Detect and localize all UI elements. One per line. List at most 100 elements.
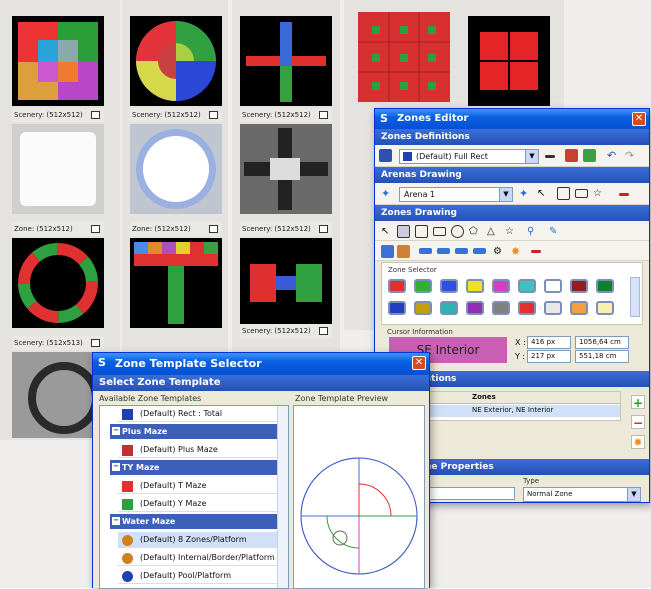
- swatch-scrollbar[interactable]: [630, 277, 640, 317]
- settings-icon[interactable]: ⚙: [493, 245, 506, 258]
- zone-color-swatch[interactable]: [388, 279, 406, 293]
- triangle-icon[interactable]: △: [487, 225, 500, 238]
- template-item[interactable]: (Default) Rect : Total: [118, 406, 278, 422]
- zone-thumbnail[interactable]: [240, 238, 332, 328]
- zone-color-swatch[interactable]: [518, 279, 536, 293]
- template-item[interactable]: (Default) Pool/Platform: [118, 568, 278, 584]
- zone-color-swatch[interactable]: [414, 279, 432, 293]
- zone-thumbnail[interactable]: [240, 16, 332, 106]
- zones-definitions-header[interactable]: Zones Definitions: [375, 129, 649, 145]
- magic-wand-icon[interactable]: ⚲: [527, 225, 540, 238]
- zone-thumbnail[interactable]: [358, 12, 450, 102]
- zone-color-swatch[interactable]: [570, 279, 588, 293]
- zone-name-field[interactable]: [415, 487, 515, 500]
- undo-icon[interactable]: ↶: [607, 149, 620, 162]
- scenery-thumbnail[interactable]: [240, 124, 332, 214]
- scenery-thumbnail[interactable]: [12, 352, 104, 438]
- pointer-icon[interactable]: ↖: [381, 225, 394, 238]
- definition-select[interactable]: (Default) Full Rect ▼: [399, 149, 539, 164]
- template-category[interactable]: − Plus Maze: [110, 424, 278, 439]
- ellipse-icon[interactable]: [451, 225, 464, 238]
- chevron-down-icon[interactable]: ▼: [525, 150, 538, 163]
- align-icon[interactable]: [437, 248, 450, 254]
- zone-thumbnail[interactable]: [12, 238, 104, 328]
- zone-color-swatch[interactable]: [440, 279, 458, 293]
- align-icon[interactable]: [473, 248, 486, 254]
- preview-icon[interactable]: [91, 339, 100, 347]
- close-icon[interactable]: ✕: [412, 356, 426, 370]
- zone-type-select[interactable]: Normal Zone ▼: [523, 487, 641, 502]
- template-selector-titlebar[interactable]: S Zone Template Selector ✕: [93, 353, 429, 375]
- chevron-down-icon[interactable]: ▼: [499, 188, 512, 201]
- chevron-down-icon[interactable]: ▼: [627, 488, 640, 501]
- zone-color-swatch[interactable]: [544, 279, 562, 293]
- collapse-icon[interactable]: −: [112, 517, 120, 525]
- template-item[interactable]: (Default) T Maze: [118, 478, 278, 494]
- template-item[interactable]: (Default) Y Maze: [118, 496, 278, 512]
- add-combination-icon[interactable]: +: [631, 395, 645, 410]
- add-arena-icon[interactable]: ✦: [519, 187, 532, 200]
- preview-icon[interactable]: [319, 111, 328, 119]
- import-icon[interactable]: [583, 149, 596, 162]
- zone-thumbnail[interactable]: [468, 16, 550, 106]
- grid-icon[interactable]: [557, 187, 570, 200]
- zone-color-swatch[interactable]: [596, 279, 614, 293]
- template-item[interactable]: (Default) Internal/Border/Platform: [118, 550, 278, 566]
- align-icon[interactable]: [455, 248, 468, 254]
- paste-icon[interactable]: [397, 245, 410, 258]
- preview-icon[interactable]: [91, 225, 100, 233]
- arenas-drawing-header[interactable]: Arenas Drawing: [375, 167, 649, 183]
- zone-color-swatch[interactable]: [492, 301, 510, 315]
- arena-select[interactable]: Arena 1 ▼: [399, 187, 513, 202]
- collapse-icon[interactable]: −: [112, 463, 120, 471]
- redo-icon[interactable]: ↷: [625, 149, 638, 162]
- zone-color-swatch[interactable]: [466, 301, 484, 315]
- zone-color-swatch[interactable]: [414, 301, 432, 315]
- copy-icon[interactable]: [381, 245, 394, 258]
- rectangle-icon[interactable]: [433, 227, 446, 236]
- zones-editor-titlebar[interactable]: S Zones Editor ✕: [375, 109, 649, 129]
- zones-column-header[interactable]: Zones: [472, 393, 496, 401]
- fill-icon[interactable]: [397, 225, 410, 238]
- rectangle-icon[interactable]: [575, 189, 588, 198]
- zone-thumbnail[interactable]: [12, 16, 104, 106]
- preview-icon[interactable]: [319, 225, 328, 233]
- zone-color-swatch[interactable]: [440, 301, 458, 315]
- zone-color-swatch[interactable]: [492, 279, 510, 293]
- polygon-icon[interactable]: ☆: [593, 187, 606, 200]
- sparkle-icon[interactable]: ✸: [511, 245, 524, 258]
- zones-drawing-header[interactable]: Zones Drawing: [375, 205, 649, 221]
- zone-color-swatch[interactable]: [518, 301, 536, 315]
- collapse-icon[interactable]: −: [112, 427, 120, 435]
- zone-color-swatch[interactable]: [466, 279, 484, 293]
- scenery-thumbnail[interactable]: [12, 124, 104, 214]
- template-category[interactable]: − TY Maze: [110, 460, 278, 475]
- zone-color-swatch[interactable]: [596, 301, 614, 315]
- sparkle-icon[interactable]: ✸: [631, 435, 645, 449]
- templates-scrollbar[interactable]: [277, 406, 288, 588]
- save-icon[interactable]: [379, 149, 392, 162]
- scenery-thumbnail[interactable]: [130, 124, 222, 214]
- pen-icon[interactable]: ✎: [549, 225, 562, 238]
- preview-icon[interactable]: [91, 111, 100, 119]
- zone-thumbnail[interactable]: [130, 16, 222, 106]
- delete-arena-icon[interactable]: [619, 193, 629, 196]
- zone-color-swatch[interactable]: [544, 301, 562, 315]
- remove-combination-icon[interactable]: −: [631, 415, 645, 430]
- preview-icon[interactable]: [209, 225, 218, 233]
- preview-icon[interactable]: [209, 111, 218, 119]
- shape-icon[interactable]: ⬠: [469, 225, 482, 238]
- template-item[interactable]: (Default) Plus Maze: [118, 442, 278, 458]
- template-item[interactable]: (Default) 8 Zones/Platform: [118, 532, 278, 548]
- align-icon[interactable]: [419, 248, 432, 254]
- close-icon[interactable]: ✕: [632, 112, 646, 126]
- template-category[interactable]: − Water Maze: [110, 514, 278, 529]
- polygon-icon[interactable]: ☆: [505, 225, 518, 238]
- export-icon[interactable]: [565, 149, 578, 162]
- zone-color-swatch[interactable]: [570, 301, 588, 315]
- pointer-icon[interactable]: ↖: [537, 187, 550, 200]
- preview-icon[interactable]: [319, 327, 328, 335]
- delete-zone-icon[interactable]: [531, 250, 541, 253]
- zone-thumbnail[interactable]: [130, 238, 222, 328]
- grid-icon[interactable]: [415, 225, 428, 238]
